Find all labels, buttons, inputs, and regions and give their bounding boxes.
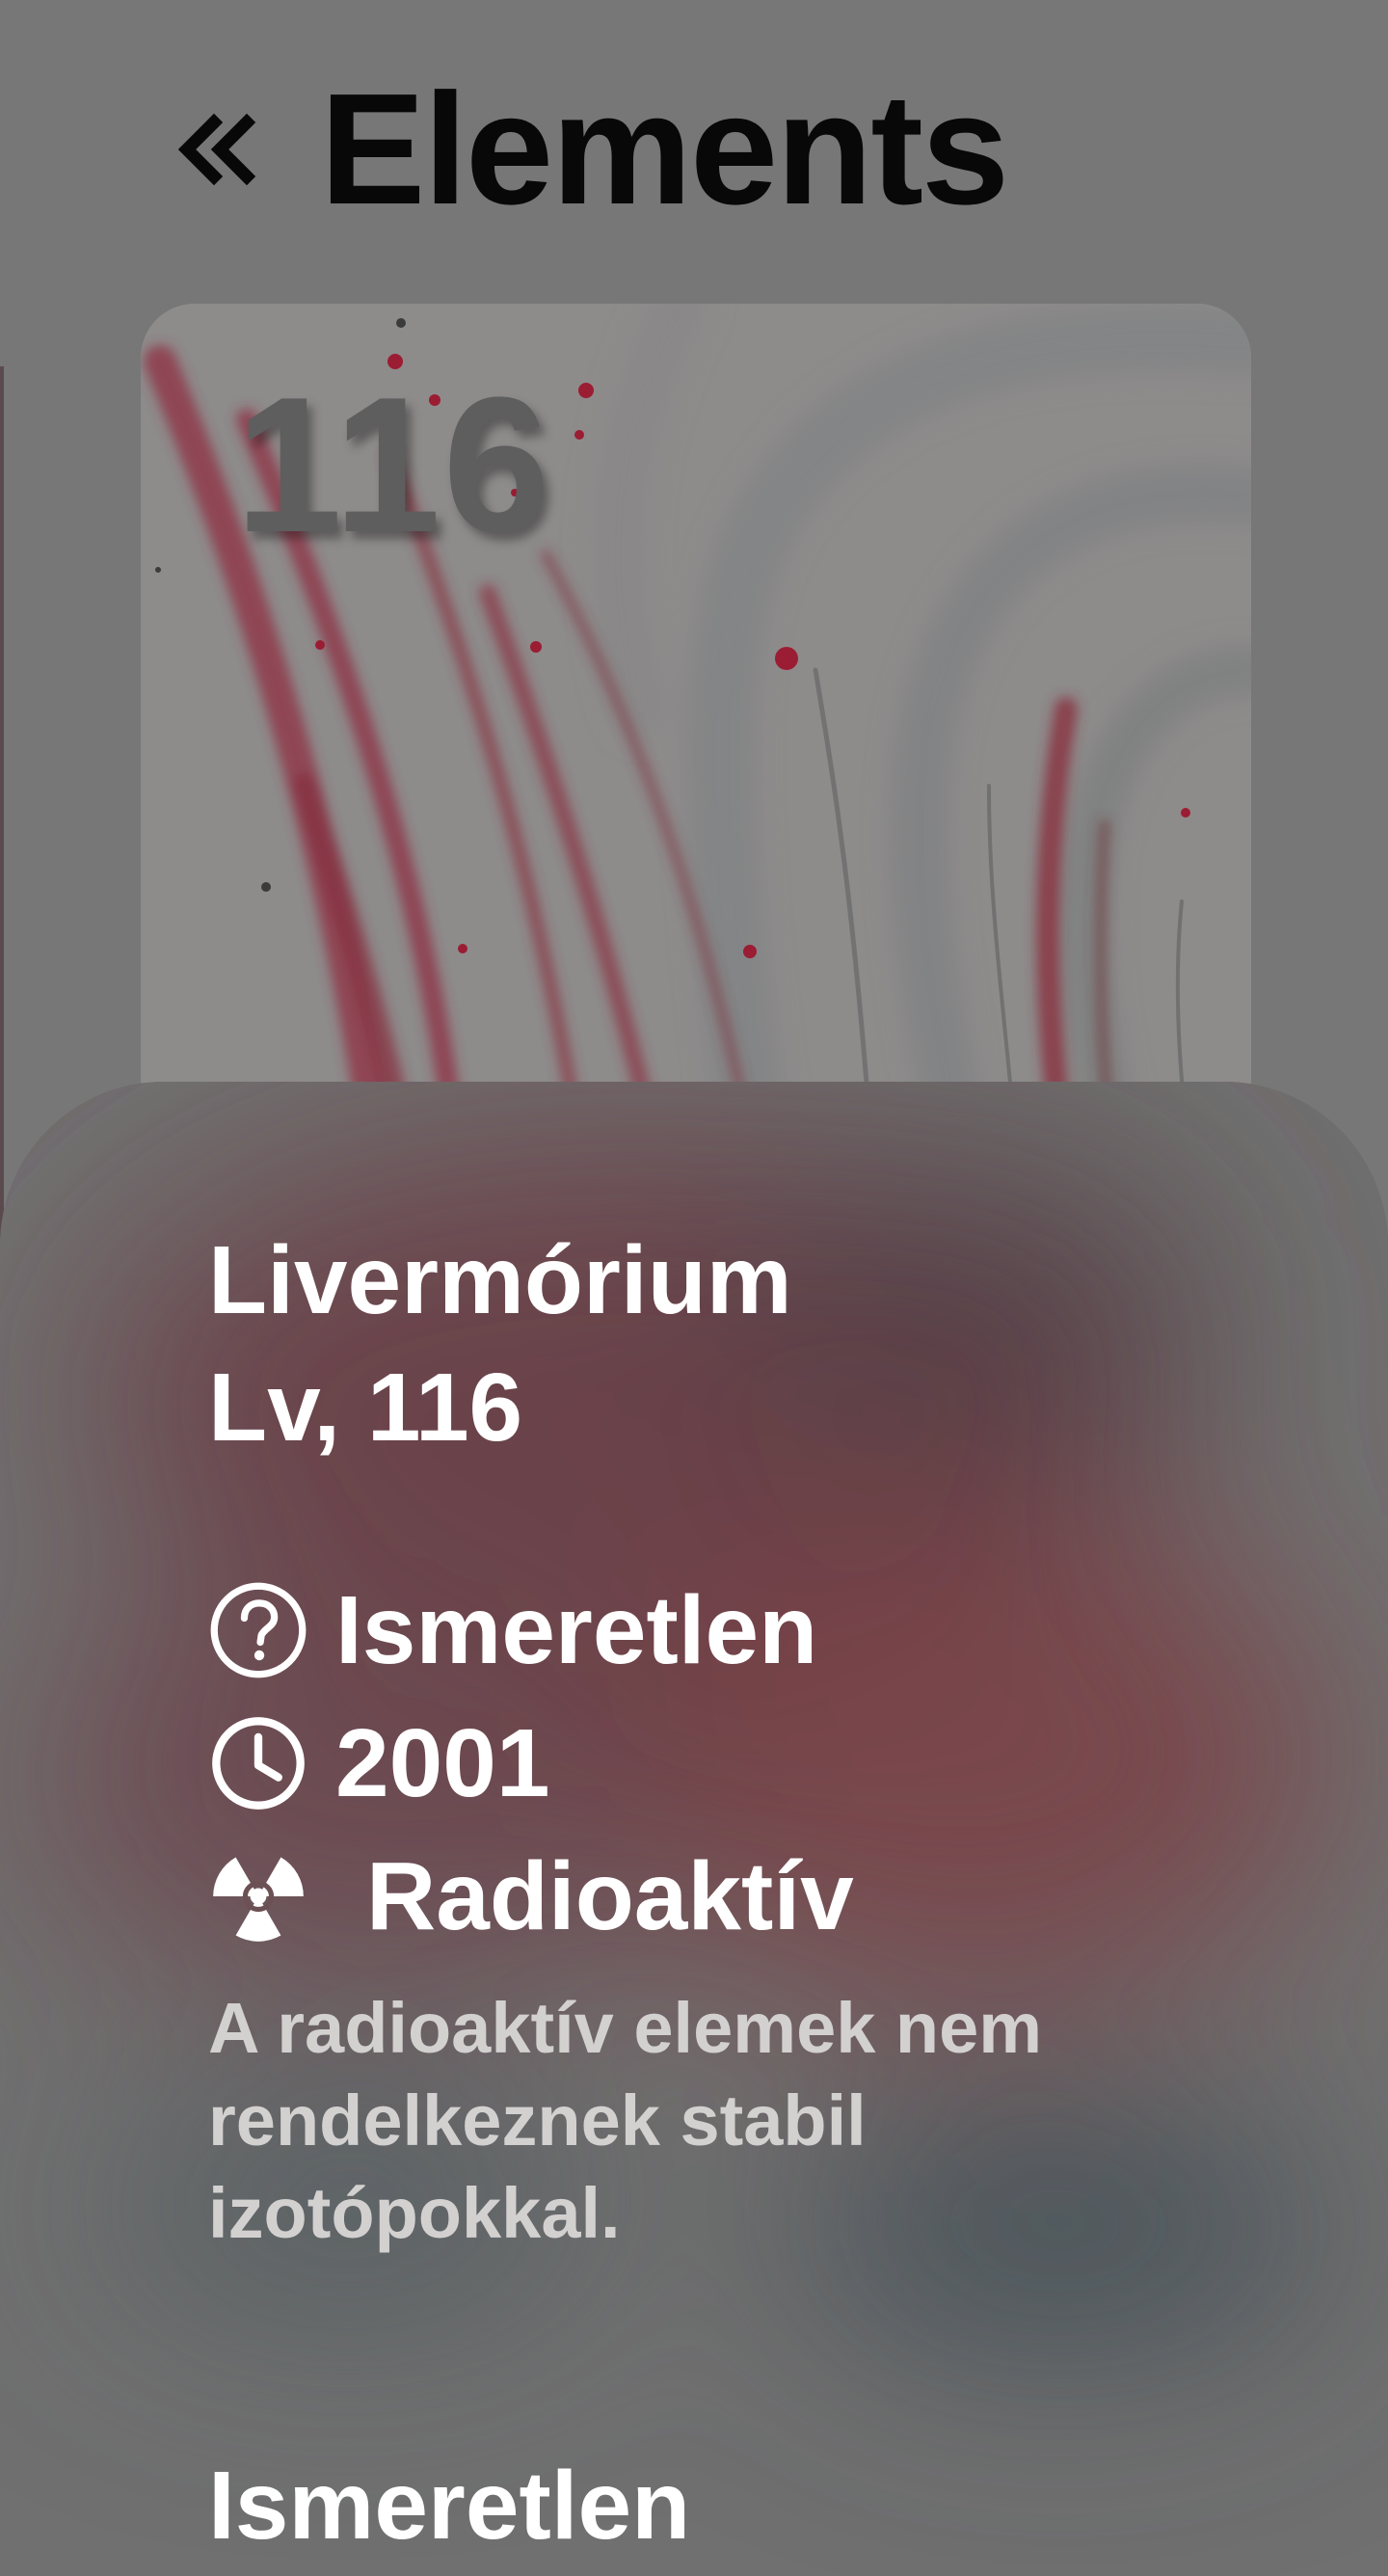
question-circle-icon [208,1580,308,1680]
detail-sheet: Livermórium Lv, 116 Ismeretlen 2001 Radi… [0,1082,1388,2576]
element-symbol-number: Lv, 116 [208,1354,523,1462]
back-button[interactable] [166,101,262,198]
element-detail-screen: Elements 116 Livermórium Lv, 116 Ismeret… [0,0,1388,2576]
atomic-number-large: 116 [235,358,552,573]
header: Elements [166,61,1009,237]
radioactivity-text: Radioaktív [366,1841,854,1950]
radioactivity-description: A radioaktív elemek nem rendelkeznek sta… [208,1988,1043,2254]
element-name: Livermórium [208,1226,792,1334]
info-row-category: Ismeretlen [208,1564,1268,1697]
page-title: Elements [320,61,1009,237]
info-list: Ismeretlen 2001 Radioaktív [208,1564,1268,1963]
section-heading: Ismeretlen [208,2452,691,2560]
radiation-icon [208,1846,308,1946]
category-text: Ismeretlen [335,1575,818,1684]
element-details: Livermórium Lv, 116 Ismeretlen 2001 Radi… [208,1217,1268,2261]
info-row-radioactivity: Radioaktív [208,1830,1268,1963]
double-chevron-left-icon [177,113,256,186]
element-card[interactable]: 116 [141,304,1251,1171]
info-row-discovery: 2001 [208,1697,1268,1830]
discovery-year-text: 2001 [335,1708,550,1817]
clock-icon [208,1713,308,1813]
